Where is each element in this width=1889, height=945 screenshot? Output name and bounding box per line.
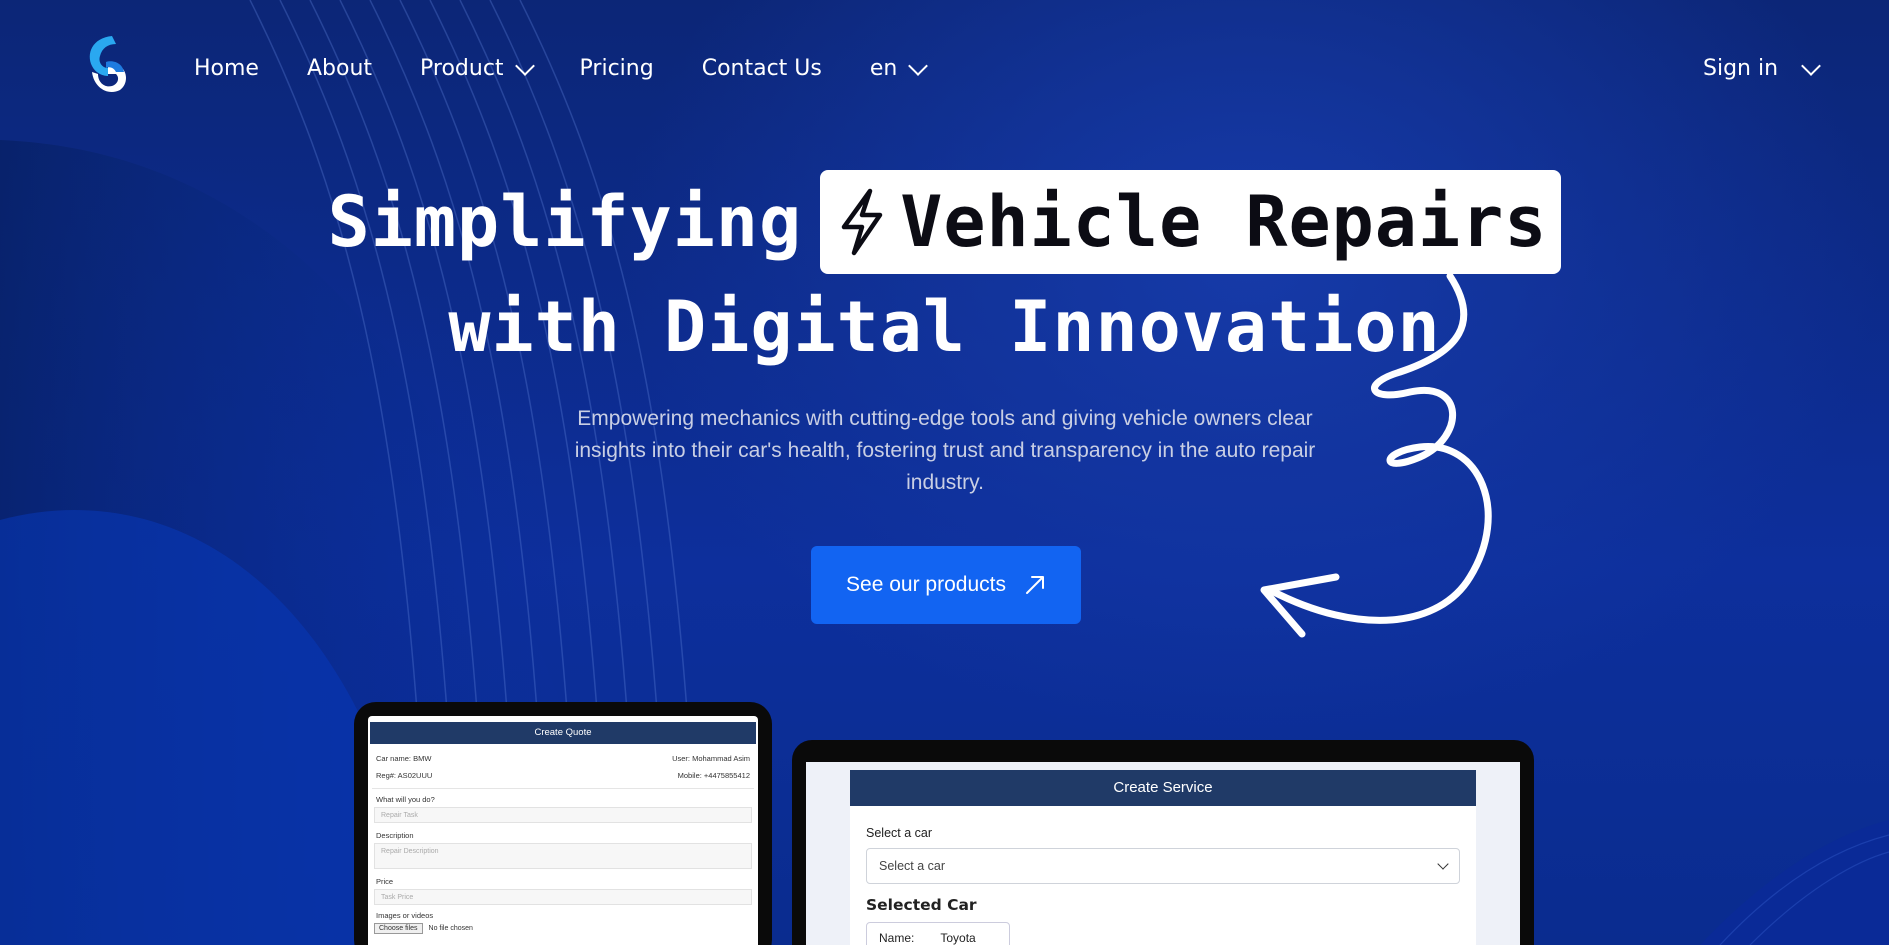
nav-home-label: Home <box>194 56 259 81</box>
hero-subtitle: Empowering mechanics with cutting-edge t… <box>574 407 1316 494</box>
brand-logo[interactable] <box>82 32 128 98</box>
create-quote-header: Create Quote <box>370 722 756 744</box>
select-car-label: Select a car <box>866 826 933 840</box>
chevron-down-icon <box>1437 858 1449 870</box>
nav-contact[interactable]: Contact Us <box>702 56 822 81</box>
nav-pricing[interactable]: Pricing <box>580 56 654 81</box>
repair-task-input: Repair Task <box>374 807 752 823</box>
laptop-mockup: Create Service Select a car Select a car… <box>792 740 1534 945</box>
quote-mobile: Mobile: +4475855412 <box>677 771 750 780</box>
nav-contact-label: Contact Us <box>701 56 822 81</box>
nav-links: Home About Product Pricing Contact Us en <box>194 55 973 81</box>
quote-reg: Reg#: AS02UUU <box>376 771 433 780</box>
task-label: What will you do? <box>376 795 435 804</box>
selected-car-name-field: Name: Toyota <box>866 922 1010 945</box>
nav-product-dropdown[interactable]: Product <box>420 55 535 81</box>
create-service-panel: Create Service Select a car Select a car… <box>850 770 1476 945</box>
nav-product-label: Product <box>420 56 504 81</box>
see-products-label: See our products <box>846 573 1006 596</box>
chevron-down-icon <box>908 55 929 76</box>
tablet-mockup: Create Quote Car name: BMW User: Mohamma… <box>354 702 772 945</box>
description-label: Description <box>376 831 414 840</box>
language-selector[interactable]: en <box>869 55 929 81</box>
create-service-screen: Create Service Select a car Select a car… <box>806 762 1520 945</box>
hero-title-highlight: Vehicle Repairs <box>820 170 1562 274</box>
top-navigation: Home About Product Pricing Contact Us en… <box>0 0 1889 140</box>
name-value: Toyota <box>940 931 976 945</box>
hero-title-highlight-text: Vehicle Repairs <box>900 181 1548 263</box>
language-label: en <box>869 56 898 81</box>
nav-about[interactable]: About <box>307 56 372 81</box>
create-quote-screen: Create Quote Car name: BMW User: Mohamma… <box>368 716 758 945</box>
selected-car-heading: Selected Car <box>866 896 977 914</box>
name-label: Name: <box>879 931 915 945</box>
chevron-down-icon <box>514 55 535 76</box>
quote-car-name: Car name: BMW <box>376 754 432 763</box>
see-products-button[interactable]: See our products <box>811 546 1081 624</box>
file-upload: Choose files No file chosen <box>374 923 752 934</box>
nav-pricing-label: Pricing <box>579 56 654 81</box>
hero-title-part1: Simplifying <box>327 181 803 263</box>
lightning-bolt-icon <box>841 188 883 256</box>
media-label: Images or videos <box>376 911 434 920</box>
file-status: No file chosen <box>428 925 473 932</box>
task-price-input: Task Price <box>374 889 752 905</box>
nav-home[interactable]: Home <box>194 56 259 81</box>
choose-files-button: Choose files <box>374 923 423 934</box>
price-label: Price <box>376 877 394 886</box>
sign-in-dropdown[interactable]: Sign in <box>1703 55 1821 81</box>
divider <box>372 788 754 789</box>
sign-in-label: Sign in <box>1703 56 1779 81</box>
arrow-up-right-icon <box>1025 576 1044 594</box>
quote-reg-row: Reg#: AS02UUU Mobile: +4475855412 <box>368 771 758 780</box>
quote-car-row: Car name: BMW User: Mohammad Asim <box>368 754 758 763</box>
chevron-down-icon <box>1801 55 1821 76</box>
nav-about-label: About <box>306 56 373 81</box>
hero-title-line1: Simplifying Vehicle Repairs <box>0 170 1889 274</box>
quote-user: User: Mohammad Asim <box>672 754 750 763</box>
create-service-header: Create Service <box>850 770 1476 806</box>
repair-description-input: Repair Description <box>374 843 752 869</box>
hero-title-line2: with Digital Innovation <box>0 286 1889 368</box>
select-car-value: Select a car <box>879 859 946 873</box>
select-car-dropdown: Select a car <box>866 848 1460 884</box>
